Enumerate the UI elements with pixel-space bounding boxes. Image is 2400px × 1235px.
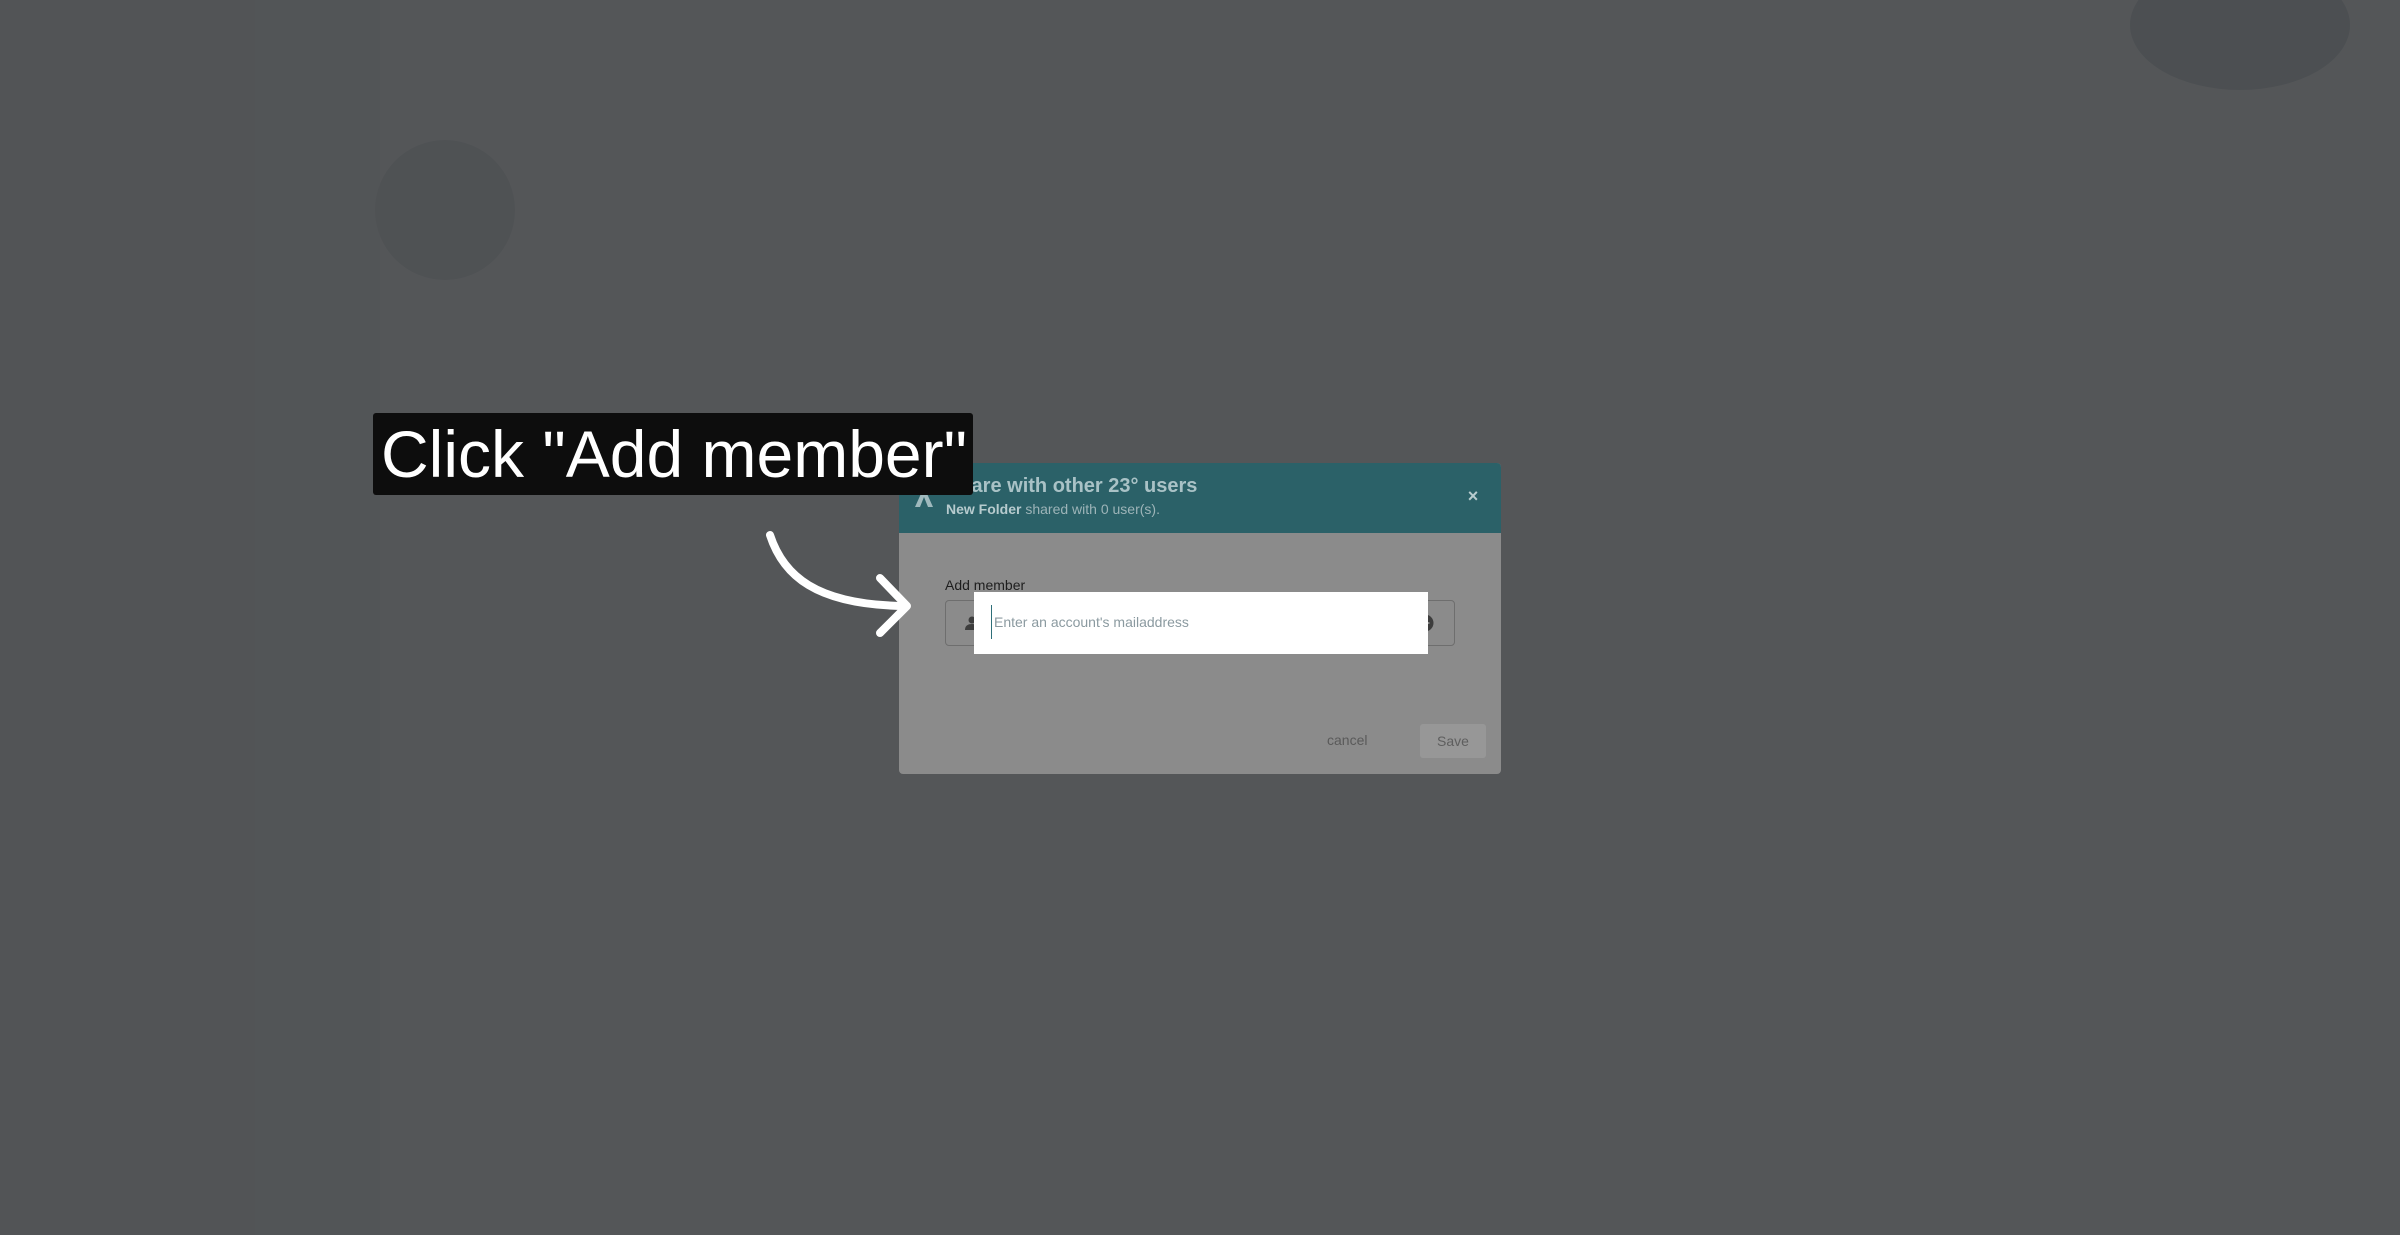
close-icon[interactable]: × (1462, 485, 1484, 507)
curved-arrow-icon (766, 531, 911, 637)
member-email-input[interactable] (991, 605, 1396, 639)
dialog-header: Share with other 23° users New Folder sh… (899, 463, 1501, 533)
tutorial-callout: Click "Add member" (373, 413, 973, 495)
add-member-label: Add member (945, 577, 1026, 593)
share-count-text: shared with 0 user(s). (1021, 501, 1160, 517)
spotlight-highlight (974, 592, 1428, 654)
callout-text: Click "Add member" (381, 417, 968, 491)
cancel-button[interactable]: cancel (1327, 732, 1367, 748)
save-button[interactable]: Save (1420, 724, 1486, 758)
folder-name: New Folder (946, 501, 1022, 517)
dialog-subtitle: New Folder shared with 0 user(s). (946, 501, 1160, 517)
dialog-title: Share with other 23° users (946, 475, 1198, 497)
